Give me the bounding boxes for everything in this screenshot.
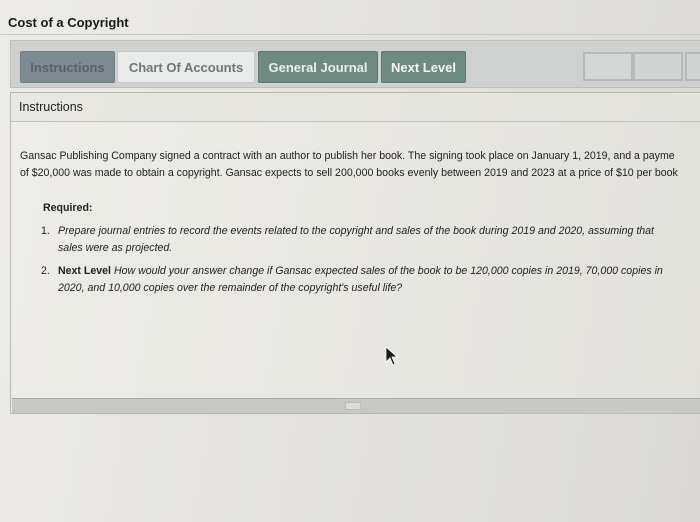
requirement-number: 1. xyxy=(41,225,50,237)
requirement-text: Next Level How would your answer change … xyxy=(58,263,700,280)
requirement-text-line: Prepare journal entries to record the ev… xyxy=(58,225,654,237)
next-level-label: Next Level xyxy=(58,265,111,277)
requirement-number: 2. xyxy=(41,265,50,277)
tab-next-level[interactable]: Next Level xyxy=(381,51,466,83)
panel-header: Instructions xyxy=(11,93,700,122)
tab-chart-of-accounts[interactable]: Chart Of Accounts xyxy=(117,51,255,83)
horizontal-scrollbar[interactable] xyxy=(12,398,700,413)
status-indicator-box xyxy=(685,52,700,81)
requirement-text-line: How would your answer change if Gansac e… xyxy=(111,265,663,277)
status-indicator-box xyxy=(583,52,633,81)
instructions-panel: Instructions Gansac Publishing Company s… xyxy=(10,92,700,414)
tab-general-journal[interactable]: General Journal xyxy=(258,51,378,83)
requirement-text: Prepare journal entries to record the ev… xyxy=(58,223,700,240)
mouse-pointer-icon xyxy=(385,346,399,366)
title-divider xyxy=(0,34,700,35)
scrollbar-grip[interactable] xyxy=(345,402,361,410)
requirement-text-line: 2020, and 10,000 copies over the remaind… xyxy=(58,282,403,294)
status-indicator-box xyxy=(633,52,683,81)
tab-bar: Instructions Chart Of Accounts General J… xyxy=(10,40,700,88)
page-title: Cost of a Copyright xyxy=(8,15,129,30)
problem-text-line: of $20,000 was made to obtain a copyrigh… xyxy=(20,167,678,179)
required-label: Required: xyxy=(43,202,93,214)
requirements-list: 1. Prepare journal entries to record the… xyxy=(41,223,700,303)
tab-instructions[interactable]: Instructions xyxy=(20,51,115,83)
problem-description: Gansac Publishing Company signed a contr… xyxy=(20,148,700,182)
requirement-item: 1. Prepare journal entries to record the… xyxy=(41,223,700,257)
problem-text-line: Gansac Publishing Company signed a contr… xyxy=(20,150,675,162)
requirement-item: 2. Next Level How would your answer chan… xyxy=(41,263,700,297)
panel-header-label: Instructions xyxy=(19,100,83,114)
requirement-text-line: sales were as projected. xyxy=(58,242,173,254)
